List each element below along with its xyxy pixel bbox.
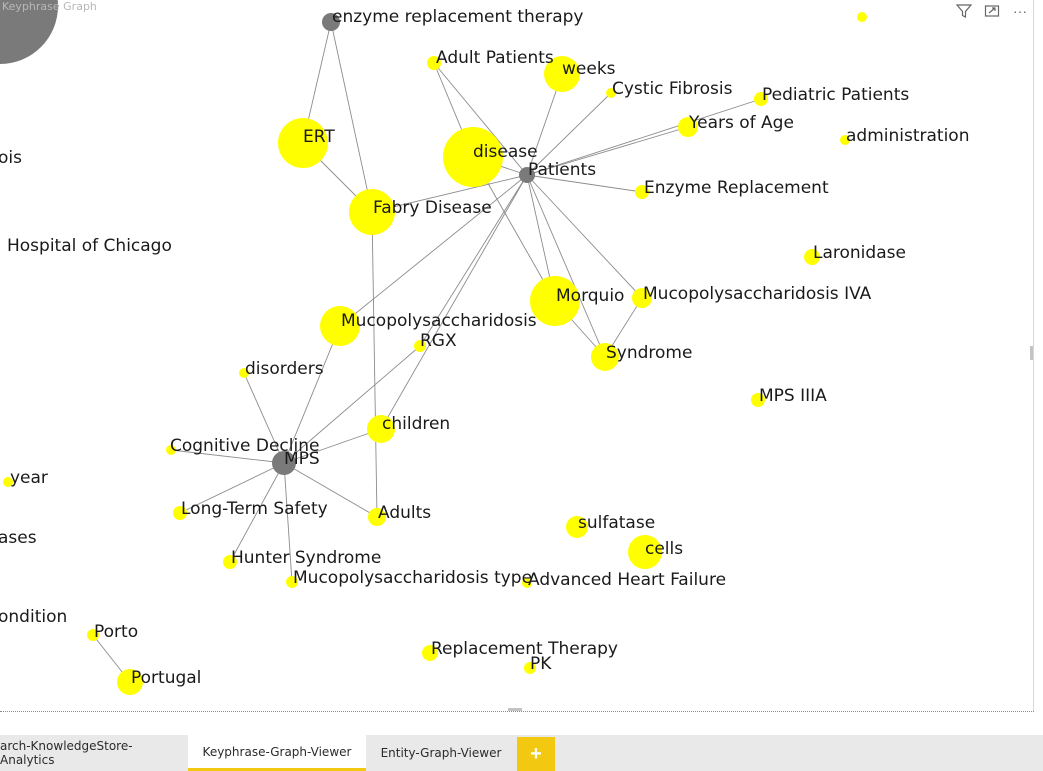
node-label: MPS bbox=[284, 449, 320, 469]
node-label: children bbox=[382, 414, 450, 434]
tab-entity-graph-viewer[interactable]: Entity-Graph-Viewer bbox=[366, 735, 516, 771]
node-label: Adult Patients bbox=[436, 48, 554, 68]
node-label: Hunter Syndrome bbox=[231, 548, 381, 568]
node-label: RGX bbox=[420, 331, 457, 351]
graph-labels: enzyme replacement therapy Adult Patients… bbox=[0, 7, 969, 688]
node-label: PK bbox=[530, 654, 552, 674]
node-label: Years of Age bbox=[688, 113, 794, 133]
focus-mode-icon[interactable] bbox=[983, 2, 1001, 20]
node-label: Cystic Fibrosis bbox=[612, 79, 733, 99]
node-label: Hospital of Chicago bbox=[7, 236, 172, 256]
keyphrase-graph-canvas[interactable]: enzyme replacement therapy Adult Patients… bbox=[0, 0, 1034, 712]
visual-right-border bbox=[1033, 0, 1034, 712]
node-label: Portugal bbox=[131, 668, 201, 688]
more-options-icon[interactable]: ··· bbox=[1011, 2, 1029, 20]
node-label: ERT bbox=[303, 127, 335, 147]
tab-knowledgestore-analytics[interactable]: arch-KnowledgeStore-Analytics bbox=[0, 735, 186, 771]
node-label: Advanced Heart Failure bbox=[528, 570, 726, 590]
resize-handle-right[interactable] bbox=[1030, 346, 1033, 360]
graph-edge bbox=[526, 174, 606, 358]
node-label: Pediatric Patients bbox=[762, 85, 909, 105]
node-label: Long-Term Safety bbox=[181, 499, 328, 519]
node-label: Patients bbox=[528, 160, 596, 180]
visual-title: Keyphrase Graph bbox=[2, 0, 97, 13]
node-label: Laronidase bbox=[813, 243, 906, 263]
node-label: ases bbox=[0, 528, 37, 548]
graph-edge bbox=[371, 211, 378, 518]
node-label: Mucopolysaccharidosis bbox=[341, 311, 537, 331]
node-label: weeks bbox=[562, 59, 616, 79]
node-label: cells bbox=[645, 539, 683, 559]
node-label: Mucopolysaccharidosis IVA bbox=[643, 284, 872, 304]
graph-edge bbox=[330, 21, 373, 213]
resize-handle-bottom[interactable] bbox=[508, 708, 522, 711]
node-label: enzyme replacement therapy bbox=[332, 7, 583, 27]
keyphrase-graph-visual: enzyme replacement therapy Adult Patients… bbox=[0, 0, 1043, 735]
node-label: sulfatase bbox=[578, 513, 655, 533]
node-label: Adults bbox=[378, 503, 431, 523]
add-page-button[interactable]: + bbox=[517, 737, 555, 771]
node-label: Porto bbox=[94, 622, 138, 642]
node-label: Fabry Disease bbox=[373, 198, 492, 218]
node-label: disease bbox=[473, 142, 538, 162]
keyphrase-node[interactable] bbox=[857, 12, 867, 22]
node-label: Syndrome bbox=[606, 343, 692, 363]
node-label: Enzyme Replacement bbox=[644, 178, 829, 198]
node-label: Mucopolysaccharidosis type bbox=[293, 568, 532, 588]
filter-icon[interactable] bbox=[955, 2, 973, 20]
visual-bottom-border bbox=[0, 711, 1034, 712]
node-label: Replacement Therapy bbox=[431, 639, 618, 659]
node-label: administration bbox=[846, 126, 969, 146]
node-label: year bbox=[10, 468, 48, 488]
tab-keyphrase-graph-viewer[interactable]: Keyphrase-Graph-Viewer bbox=[188, 735, 366, 771]
node-label: Morquio bbox=[556, 286, 624, 306]
node-label: disorders bbox=[245, 359, 324, 379]
node-label: MPS IIIA bbox=[759, 386, 827, 406]
node-label: ondition bbox=[0, 607, 67, 627]
node-label: ois bbox=[0, 148, 22, 168]
visual-header-icons: ··· bbox=[955, 2, 1029, 20]
